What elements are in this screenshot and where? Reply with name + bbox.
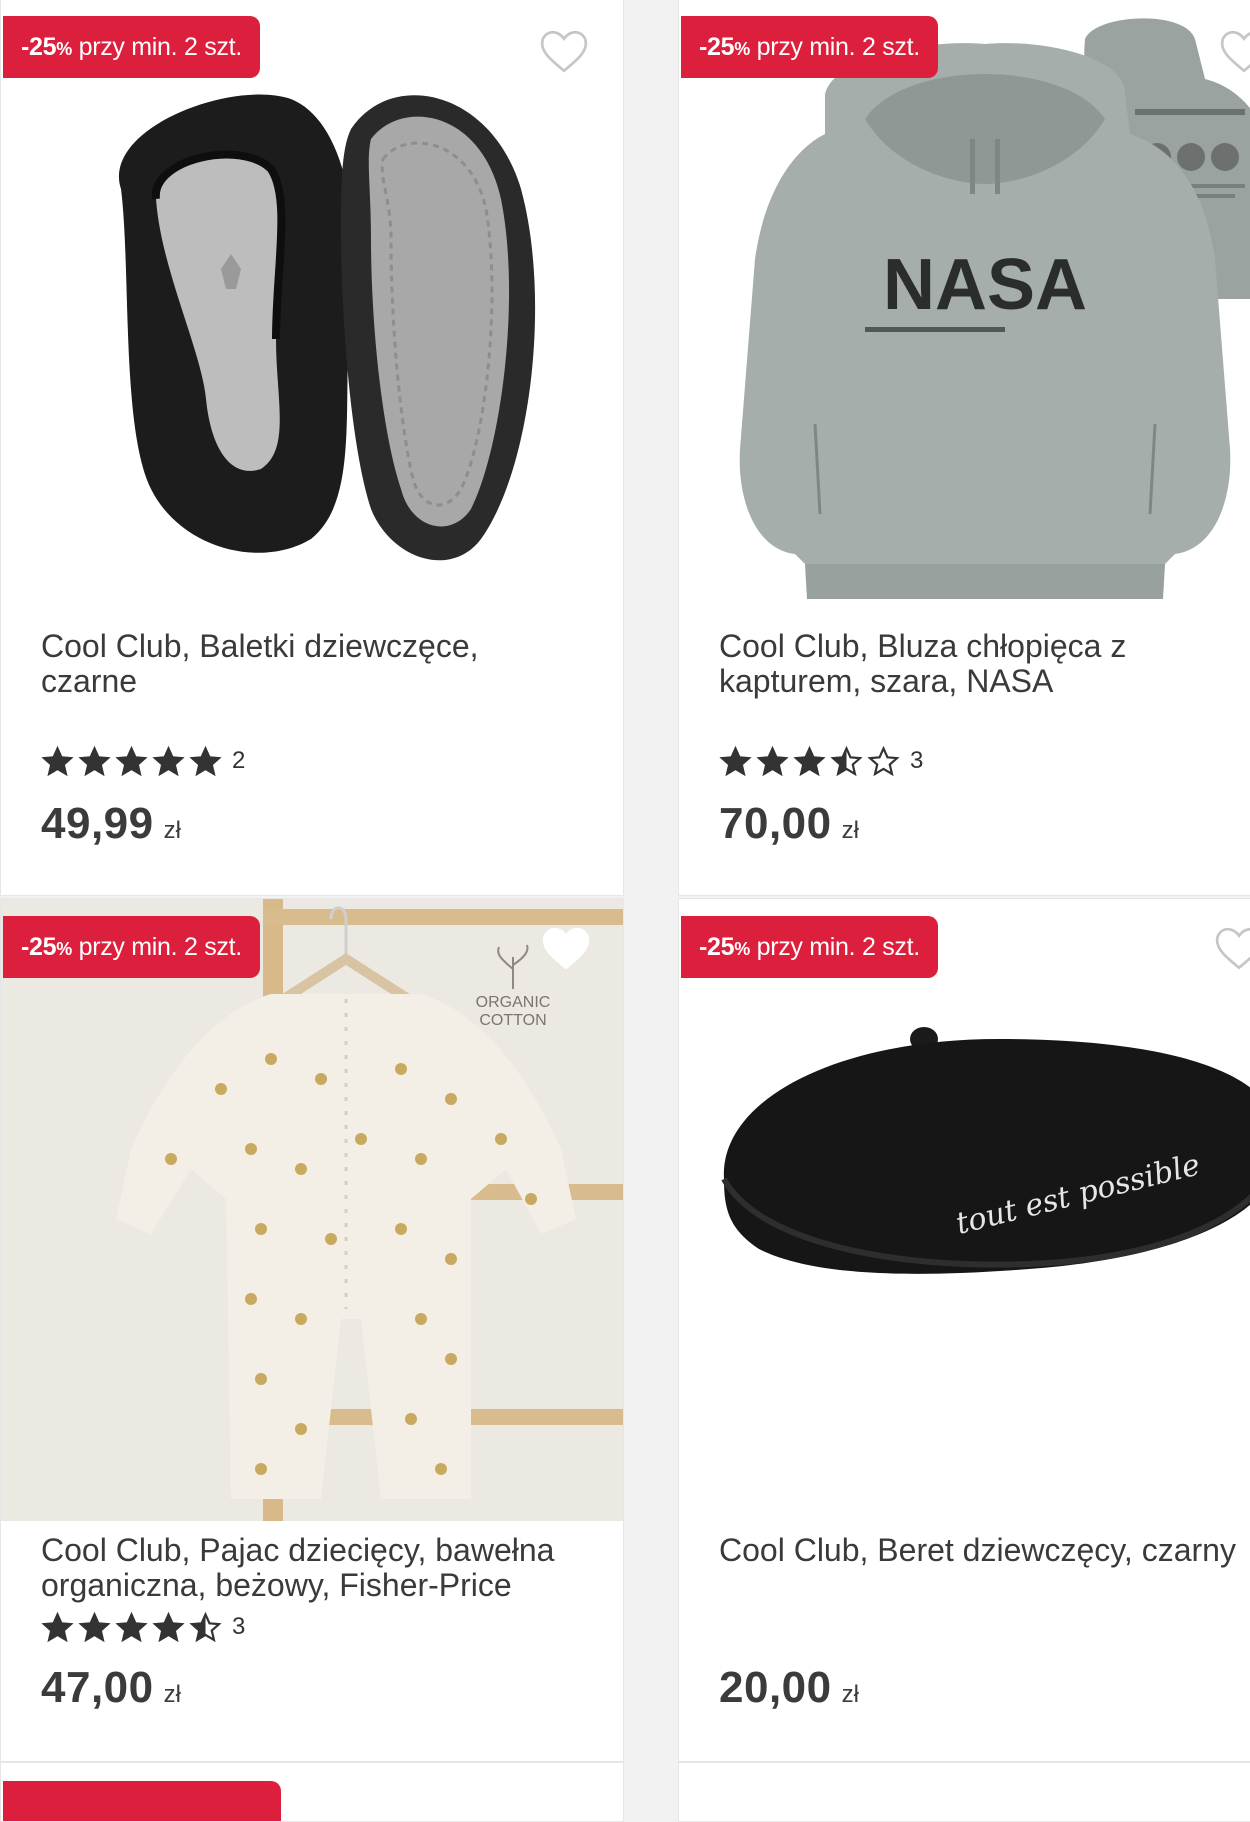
baby-romper-image[interactable]: ORGANIC COTTON — [1, 899, 623, 1521]
star-full-icon — [152, 746, 185, 776]
star-half-icon — [830, 746, 863, 776]
rating-count: 2 — [232, 747, 246, 774]
rating-stars: 3 — [41, 1612, 245, 1642]
product-title[interactable]: Cool Club, Baletki dziewczęce, czarne — [41, 629, 601, 699]
star-full-icon — [115, 1612, 148, 1642]
rating-stars: 2 — [41, 746, 245, 776]
star-full-icon — [41, 746, 74, 776]
organic-cotton-tag-line1: ORGANIC — [476, 994, 551, 1011]
organic-cotton-tag-line2: COTTON — [479, 1012, 546, 1029]
price: 20,00 zł — [719, 1663, 859, 1713]
star-full-icon — [115, 746, 148, 776]
discount-badge: -25% przy min. 2 szt. — [3, 916, 260, 978]
product-card[interactable]: tout est possible -25% przy min. 2 szt. … — [678, 898, 1250, 1762]
price: 70,00 zł — [719, 799, 859, 849]
star-full-icon — [719, 746, 752, 776]
rating-count: 3 — [232, 1613, 246, 1640]
star-full-icon — [793, 746, 826, 776]
hoodie-image[interactable]: NASA — [685, 9, 1250, 609]
product-title[interactable]: Cool Club, Pajac dziecięcy, bawełna orga… — [41, 1533, 601, 1603]
star-full-icon — [756, 746, 789, 776]
price-currency: zł — [163, 1681, 181, 1708]
discount-badge: -25% przy min. 2 szt. — [3, 16, 260, 78]
price: 49,99 zł — [41, 799, 181, 849]
star-full-icon — [78, 1612, 111, 1642]
star-half-icon — [189, 1612, 222, 1642]
heart-icon[interactable] — [1214, 926, 1250, 972]
beret-image[interactable]: tout est possible — [699, 1009, 1250, 1309]
discount-badge — [3, 1781, 281, 1821]
price-currency: zł — [841, 817, 859, 844]
product-title[interactable]: Cool Club, Beret dziewczęcy, czarny — [719, 1533, 1250, 1568]
price-amount: 20,00 — [719, 1663, 832, 1712]
ballet-shoes-image[interactable] — [61, 69, 561, 569]
product-title[interactable]: Cool Club, Bluza chłopięca z kapturem, s… — [719, 629, 1250, 699]
product-card[interactable]: NASA -25% przy min. 2 szt. Cool Club, Bl… — [678, 0, 1250, 896]
rating-count: 3 — [910, 747, 924, 774]
star-full-icon — [152, 1612, 185, 1642]
price-currency: zł — [841, 1681, 859, 1708]
heart-icon[interactable] — [539, 29, 589, 75]
hoodie-print: NASA — [883, 245, 1087, 325]
price-amount: 70,00 — [719, 799, 832, 848]
product-card[interactable]: -25% przy min. 2 szt. Cool Club, Baletki… — [0, 0, 624, 896]
product-card[interactable]: ORGANIC COTTON -25% przy min. 2 szt. Coo… — [0, 898, 624, 1762]
star-empty-icon — [867, 746, 900, 776]
discount-badge: -25% przy min. 2 szt. — [681, 916, 938, 978]
product-grid: -25% przy min. 2 szt. Cool Club, Baletki… — [0, 0, 1250, 1822]
star-full-icon — [189, 746, 222, 776]
star-full-icon — [41, 1612, 74, 1642]
price-currency: zł — [163, 817, 181, 844]
price: 47,00 zł — [41, 1663, 181, 1713]
star-full-icon — [78, 746, 111, 776]
rating-stars: 3 — [719, 746, 923, 776]
heart-icon[interactable] — [1219, 29, 1250, 75]
heart-icon[interactable] — [541, 926, 591, 972]
product-card[interactable] — [0, 1762, 624, 1822]
price-amount: 47,00 — [41, 1663, 154, 1712]
discount-badge: -25% przy min. 2 szt. — [681, 16, 938, 78]
product-card[interactable] — [678, 1762, 1250, 1822]
price-amount: 49,99 — [41, 799, 154, 848]
